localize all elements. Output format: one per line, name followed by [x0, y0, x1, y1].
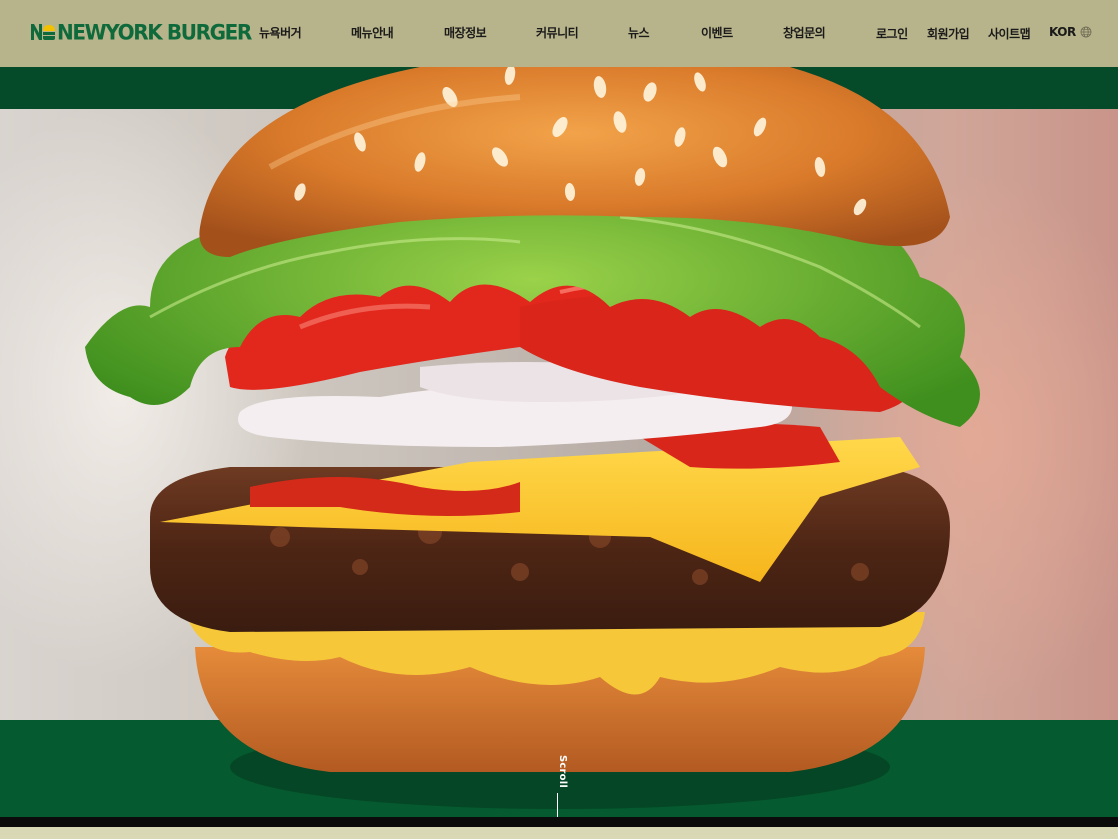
- site-header: NEWYORK BURGER 뉴욕버거 메뉴안내 매장정보 커뮤니티 뉴스 이벤…: [0, 0, 1118, 67]
- nav-item-menu[interactable]: 메뉴안내: [351, 24, 394, 41]
- nav-item-community[interactable]: 커뮤니티: [536, 24, 579, 41]
- logo-wordmark: NEWYORK BURGER: [57, 19, 252, 45]
- signup-link[interactable]: 회원가입: [927, 25, 970, 42]
- scroll-indicator-line: [557, 793, 558, 819]
- nav-item-about[interactable]: 뉴욕버거: [259, 24, 302, 41]
- hero-section: Scroll: [0, 67, 1118, 819]
- language-label: KOR: [1049, 25, 1076, 39]
- burger-logo-icon: [31, 24, 55, 40]
- nav-item-news[interactable]: 뉴스: [628, 24, 650, 41]
- hero-burger-image: [85, 67, 980, 809]
- scroll-indicator-label[interactable]: Scroll: [548, 755, 568, 788]
- next-section-strip: [0, 827, 1118, 839]
- globe-icon: [1080, 26, 1092, 38]
- section-divider: [0, 817, 1118, 827]
- sitemap-link[interactable]: 사이트맵: [988, 25, 1031, 42]
- nav-item-franchise[interactable]: 창업문의: [783, 24, 826, 41]
- login-link[interactable]: 로그인: [876, 25, 908, 42]
- nav-item-stores[interactable]: 매장정보: [444, 24, 487, 41]
- brand-logo[interactable]: NEWYORK BURGER: [30, 19, 252, 45]
- language-selector[interactable]: KOR: [1049, 25, 1092, 39]
- nav-item-events[interactable]: 이벤트: [701, 24, 733, 41]
